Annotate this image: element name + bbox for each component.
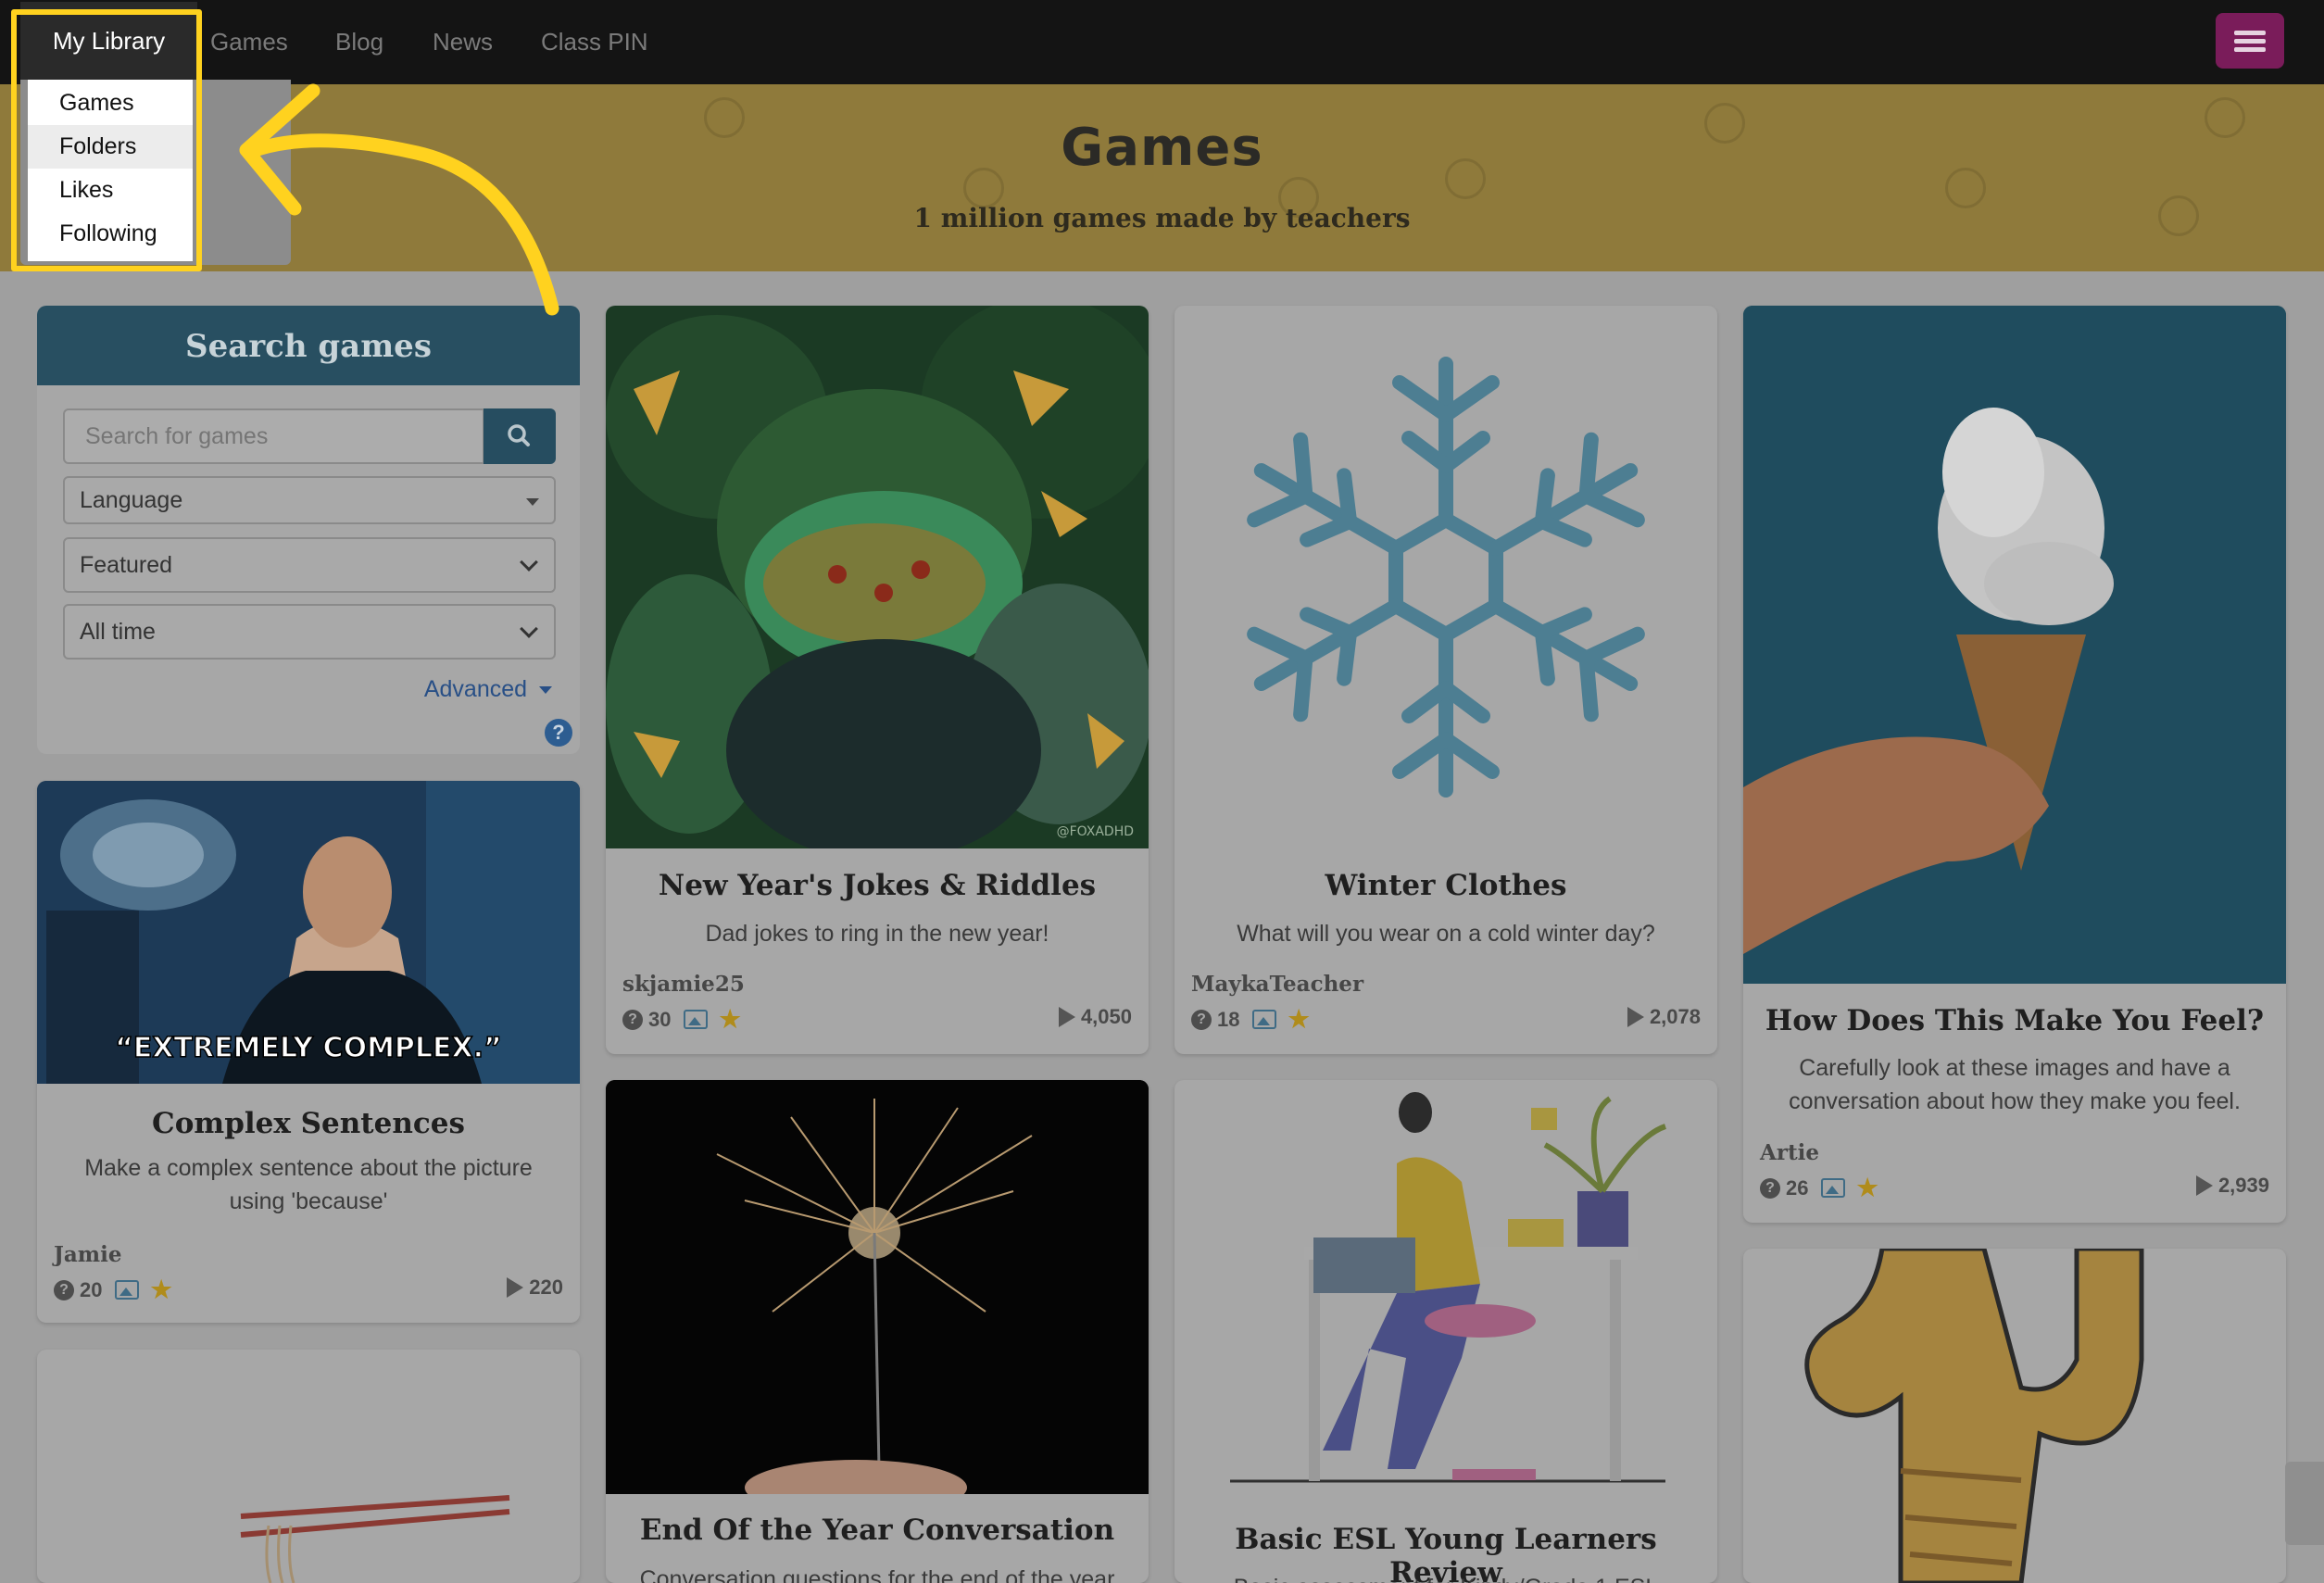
card-author[interactable]: Jamie	[54, 1242, 122, 1267]
game-card[interactable]: @FOXADHD New Year's Jokes & Riddles Dad …	[606, 306, 1149, 1054]
star-icon: ★	[719, 1005, 741, 1033]
play-count: 220	[529, 1275, 563, 1299]
star-icon: ★	[1288, 1005, 1310, 1033]
image-icon	[1821, 1178, 1846, 1198]
image-icon	[115, 1280, 140, 1300]
advanced-link[interactable]: Advanced	[424, 676, 552, 703]
sort-select[interactable]: Featured	[63, 537, 556, 593]
star-icon: ★	[1856, 1174, 1878, 1201]
chevron-down-icon	[520, 620, 538, 638]
side-scroll-handle[interactable]	[2285, 1462, 2324, 1545]
annotation-arrow-icon	[239, 83, 559, 316]
card-thumbnail	[1175, 306, 1717, 848]
image-icon	[1252, 1010, 1277, 1029]
card-thumbnail	[240, 1495, 510, 1583]
question-count: 20	[80, 1277, 103, 1301]
card-title[interactable]: Complex Sentences	[37, 1107, 580, 1140]
play-icon	[1058, 1007, 1075, 1027]
chevron-down-icon	[520, 553, 538, 572]
search-panel: Search games Language Featured All time …	[37, 306, 580, 754]
thumbnail-caption: “EXTREMELY COMPLEX.”	[115, 1032, 502, 1064]
play-icon	[1627, 1007, 1644, 1027]
help-icon[interactable]: ?	[545, 719, 572, 747]
card-thumbnail	[1804, 1249, 2144, 1583]
thumbnail-credit: @FOXADHD	[1057, 824, 1134, 839]
game-card[interactable]: End Of the Year Conversation Conversatio…	[606, 1080, 1149, 1583]
play-icon	[2195, 1175, 2213, 1196]
play-count: 2,078	[1649, 1005, 1701, 1028]
advanced-label: Advanced	[423, 676, 528, 702]
game-card[interactable]: Winter Clothes What will you wear on a c…	[1175, 306, 1717, 1054]
period-select[interactable]: All time	[63, 604, 556, 660]
card-description: Basic assessment for Kindy/Grade 1 ESL	[1202, 1571, 1690, 1583]
game-card[interactable]: “EXTREMELY COMPLEX.” Complex Sentences M…	[37, 781, 580, 1323]
card-thumbnail	[606, 1080, 1149, 1494]
card-title[interactable]: End Of the Year Conversation	[606, 1514, 1149, 1547]
card-description: Conversation questions for the end of th…	[639, 1566, 1115, 1583]
language-select-label: Language	[80, 487, 183, 513]
question-icon: ?	[1760, 1177, 1780, 1199]
card-stats: ? 30 ★ 4,050	[622, 1005, 1132, 1033]
search-panel-title: Search games	[185, 328, 432, 365]
sort-select-label: Featured	[80, 552, 173, 578]
play-count: 4,050	[1080, 1005, 1132, 1028]
search-icon	[508, 424, 530, 446]
card-stats: ? 26 ★ 2,939	[1760, 1174, 2269, 1201]
card-author[interactable]: Artie	[1760, 1140, 1819, 1165]
card-description: What will you wear on a cold winter day?	[1237, 921, 1655, 947]
question-icon: ?	[54, 1279, 74, 1300]
game-card[interactable]: Basic ESL Young Learners Review Basic as…	[1175, 1080, 1717, 1583]
card-author[interactable]: MaykaTeacher	[1191, 972, 1363, 997]
question-count: 18	[1217, 1007, 1240, 1031]
card-stats: ? 18 ★ 2,078	[1191, 1005, 1701, 1033]
period-select-label: All time	[80, 619, 156, 645]
game-card[interactable]	[37, 1350, 580, 1583]
card-stats: ? 20 ★ 220	[54, 1275, 563, 1303]
question-count: 30	[648, 1007, 672, 1031]
play-icon	[507, 1277, 524, 1298]
caret-down-icon	[539, 686, 552, 695]
image-icon	[684, 1010, 709, 1029]
question-icon: ?	[1191, 1009, 1212, 1030]
card-title[interactable]: Winter Clothes	[1175, 869, 1717, 902]
search-button[interactable]	[484, 408, 556, 464]
card-title[interactable]: How Does This Make You Feel?	[1743, 1004, 2286, 1037]
caret-down-icon	[526, 498, 539, 506]
hamburger-icon[interactable]	[2216, 13, 2284, 69]
card-thumbnail	[1175, 1080, 1717, 1497]
card-title[interactable]: New Year's Jokes & Riddles	[606, 869, 1149, 902]
question-icon: ?	[622, 1009, 643, 1030]
question-count: 26	[1786, 1175, 1809, 1200]
card-thumbnail: “EXTREMELY COMPLEX.”	[37, 781, 580, 1084]
play-count: 2,939	[2217, 1174, 2269, 1197]
search-input[interactable]	[63, 408, 484, 464]
card-description: Dad jokes to ring in the new year!	[705, 921, 1049, 947]
card-thumbnail: @FOXADHD	[606, 306, 1149, 848]
language-select[interactable]: Language	[63, 476, 556, 524]
star-icon: ★	[150, 1275, 172, 1303]
card-author[interactable]: skjamie25	[622, 972, 745, 997]
game-card[interactable]: How Does This Make You Feel? Carefully l…	[1743, 306, 2286, 1223]
card-description: Make a complex sentence about the pictur…	[84, 1155, 533, 1214]
game-card[interactable]	[1743, 1249, 2286, 1583]
card-description: Carefully look at these images and have …	[1789, 1055, 2241, 1114]
card-thumbnail	[1743, 306, 2286, 984]
